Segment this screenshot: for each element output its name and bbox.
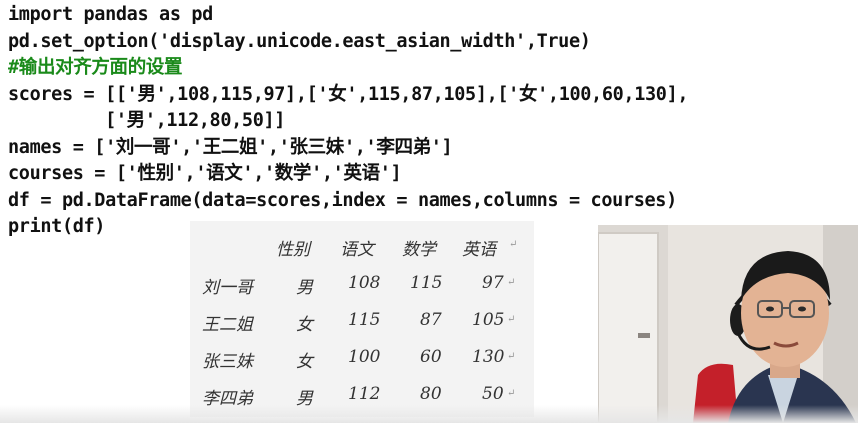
code-editor[interactable]: import pandas as pd pd.set_option('displ… [8, 2, 689, 241]
row-label: 王二姐 [202, 315, 253, 335]
table-cell: 100 [348, 347, 381, 367]
table-cell: 115 [410, 273, 443, 293]
line-end-mark: ↵ [507, 388, 516, 399]
presenter-video [598, 225, 858, 423]
table-cell: 女 [296, 315, 313, 335]
line-end-mark: ↵ [507, 277, 516, 288]
code-line-import: import pandas as pd [8, 4, 213, 25]
table-cell: 80 [420, 384, 442, 404]
code-line-dataframe: df = pd.DataFrame(data=scores,index = na… [8, 189, 677, 211]
code-line-courses: courses = ['性别','语文','数学','英语'] [8, 163, 402, 184]
table-cell: 97 [482, 273, 504, 293]
code-line-comment: #输出对齐方面的设置 [8, 57, 183, 78]
col-header-math: 数学 [402, 240, 436, 260]
table-cell: 105 [472, 310, 505, 330]
webcam-overlay [598, 225, 858, 423]
table-cell: 112 [348, 384, 381, 404]
code-line-names: names = ['刘一哥','王二姐','张三妹','李四弟'] [8, 136, 453, 158]
line-end-mark: ↵ [507, 351, 516, 362]
code-line-scores: scores = [['男',108,115,97],['女',115,87,1… [8, 83, 689, 105]
row-label: 刘一哥 [202, 278, 253, 298]
table-cell: 男 [296, 278, 313, 298]
code-line-scores-cont: ['男',112,80,50]] [8, 110, 286, 131]
line-end-mark: ↵ [509, 239, 518, 250]
col-header-english: 英语 [462, 240, 496, 260]
table-cell: 50 [482, 384, 504, 404]
code-line-set-option: pd.set_option('display.unicode.east_asia… [8, 30, 591, 52]
line-end-mark: ↵ [507, 314, 516, 325]
bottom-shadow [0, 405, 858, 423]
table-cell: 女 [296, 352, 313, 372]
row-label: 张三妹 [202, 352, 253, 372]
table-cell: 60 [420, 347, 442, 367]
table-cell: 115 [348, 310, 381, 330]
dataframe-output: 性别 语文 数学 英语 ↵ 刘一哥 男 108 115 97 ↵ 王二姐 女 1… [190, 221, 534, 417]
table-cell: 87 [420, 310, 442, 330]
table-cell: 108 [348, 273, 381, 293]
table-cell: 130 [472, 347, 505, 367]
col-header-chinese: 语文 [340, 240, 374, 260]
col-header-gender: 性别 [276, 240, 310, 260]
